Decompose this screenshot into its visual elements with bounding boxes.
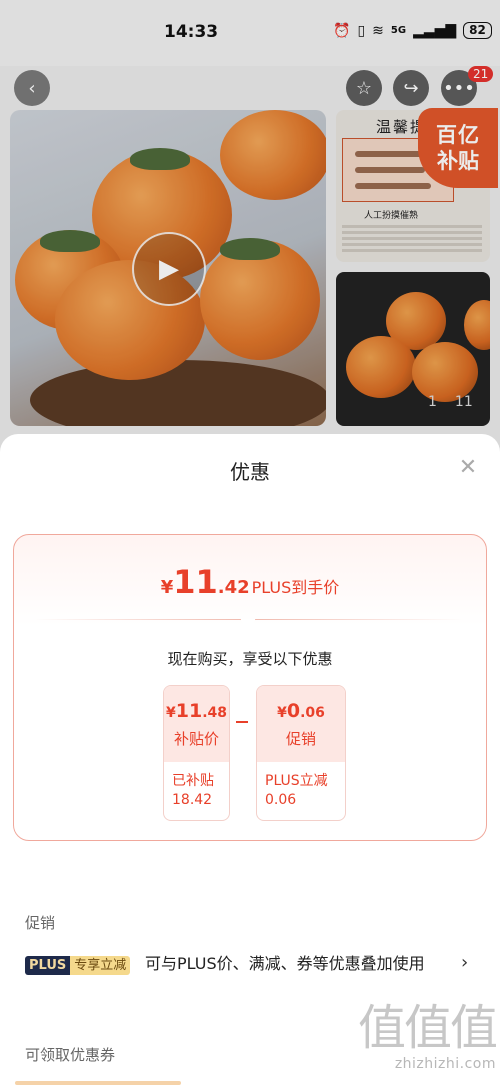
subsidy-label: 补贴价 (173, 730, 219, 748)
coupon-section-title: 可领取优惠券 (25, 1046, 116, 1064)
chevron-right-icon: › (461, 952, 469, 973)
currency-symbol: ¥ (160, 577, 174, 598)
promo-label: 促销 (285, 730, 316, 748)
exclusive-tag-label: 专享立减 (70, 956, 131, 975)
close-icon: ✕ (458, 455, 478, 480)
amount-integer: 0 (286, 700, 301, 722)
subsidy-detail: 已补贴 18.42 (164, 762, 229, 810)
amount-decimal: .06 (300, 705, 325, 721)
price-integer: 11 (173, 563, 218, 601)
currency-symbol: ¥ (277, 705, 287, 721)
amount-integer: 11 (175, 700, 203, 722)
price-decimal: .42 (217, 577, 250, 598)
plus-promotion-row[interactable]: PLUS 专享立减 可与PLUS价、满减、券等优惠叠加使用 › (25, 952, 485, 1002)
plus-exclusive-tag: PLUS 专享立减 (25, 956, 131, 975)
price-card: ¥11.42 PLUS到手价 现在购买，享受以下优惠 ¥11.48 补贴价 已补贴… (13, 534, 487, 841)
promo-detail-value: 0.06 (265, 792, 297, 808)
currency-symbol: ¥ (165, 705, 176, 721)
close-button[interactable]: ✕ (456, 456, 480, 480)
promo-detail-label: PLUS立减 (265, 773, 328, 789)
price-label: PLUS到手价 (251, 578, 340, 597)
promotion-box: ¥0.06 促销 PLUS立减 0.06 (256, 685, 346, 821)
minus-sign (236, 721, 248, 723)
plus-tag-label: PLUS (25, 956, 71, 975)
amount-decimal: .48 (202, 705, 227, 721)
dim-overlay[interactable] (0, 0, 500, 460)
promotion-description: 可与PLUS价、满减、券等优惠叠加使用 (145, 954, 425, 973)
subsidy-amount: ¥11.48 (164, 686, 229, 722)
watermark-url: zhizhizhi.com (394, 1056, 496, 1072)
subsidy-detail-value: 18.42 (172, 792, 213, 808)
promo-detail: PLUS立减 0.06 (257, 762, 345, 810)
discount-sheet: 优惠 ✕ ¥11.42 PLUS到手价 现在购买，享受以下优惠 ¥11.48 补贴… (0, 434, 500, 1085)
sheet-title: 优惠 (230, 460, 270, 484)
product-page-background: 14:33 ⏰ ▯ ≋ 5G ▂▃▅▇ 82 ‹ ☆ ↪ ••• 21 ▶ 温馨… (0, 0, 500, 460)
promotion-section-title: 促销 (25, 914, 56, 932)
subsidy-detail-label: 已补贴 (172, 773, 214, 789)
divider-notch (240, 619, 256, 629)
watermark-logo: 值值值 (357, 1000, 498, 1056)
subsidy-price-box: ¥11.48 补贴价 已补贴 18.42 (163, 685, 230, 821)
plus-final-price: ¥11.42 PLUS到手价 (14, 563, 486, 601)
enjoy-discounts-text: 现在购买，享受以下优惠 (167, 650, 333, 668)
coupon-strip[interactable] (15, 1081, 181, 1085)
promo-amount: ¥0.06 (257, 686, 345, 722)
watermark: 值值值 zhizhizhi.com (348, 1000, 498, 1080)
